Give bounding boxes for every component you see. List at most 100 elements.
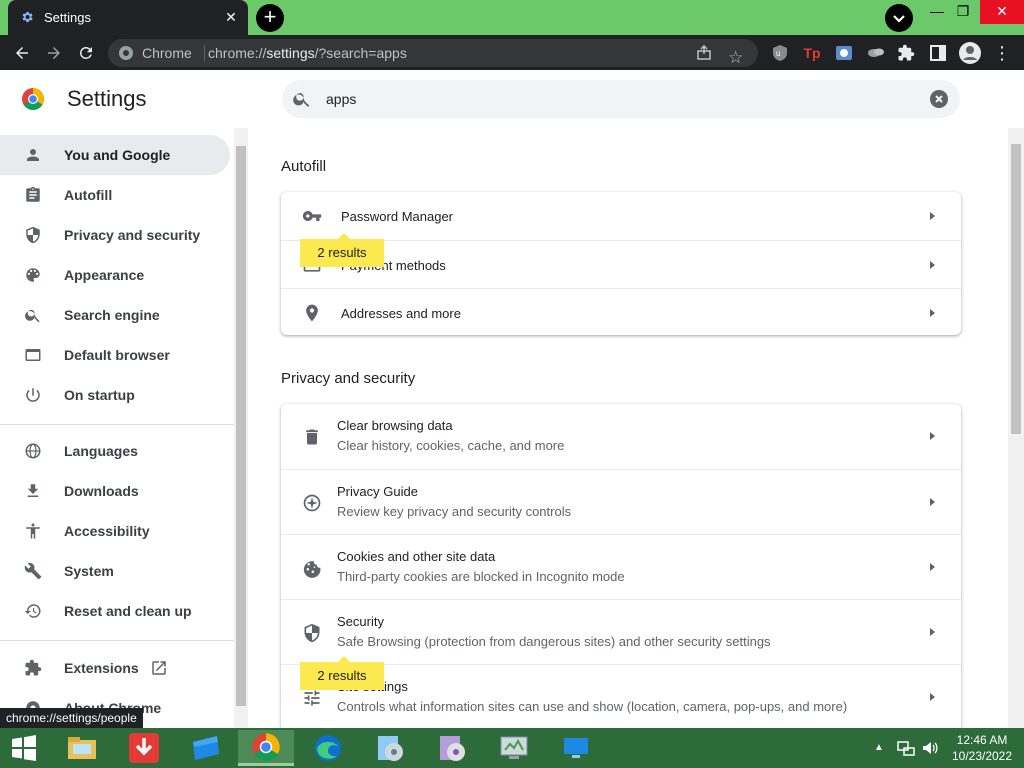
clock-time: 12:46 AM xyxy=(956,733,1008,747)
monitor-app-taskbar-icon[interactable] xyxy=(486,730,542,766)
edge-taskbar-icon[interactable] xyxy=(300,730,356,766)
compass-icon xyxy=(301,492,323,514)
main-scrollbar[interactable] xyxy=(1008,128,1024,728)
sidebar-item-autofill[interactable]: Autofill xyxy=(0,175,230,215)
clipboard-icon xyxy=(22,185,44,205)
clock-date: 10/23/2022 xyxy=(951,749,1013,763)
chevron-down-icon xyxy=(893,15,905,23)
taskbar-clock[interactable]: 12:46 AM 10/23/2022 xyxy=(946,732,1018,764)
download-manager-taskbar-icon[interactable] xyxy=(116,730,172,766)
new-tab-button[interactable]: + xyxy=(256,4,284,32)
chevron-right-icon xyxy=(930,432,935,440)
row-password-manager[interactable]: Password Manager xyxy=(281,192,961,240)
sidebar-item-system[interactable]: System xyxy=(0,551,230,591)
row-addresses-and-more[interactable]: Addresses and more xyxy=(281,288,961,335)
cookie-icon xyxy=(301,557,323,579)
extensions-puzzle-icon[interactable] xyxy=(894,41,918,65)
section-title-privacy: Privacy and security xyxy=(281,370,416,387)
globe-icon xyxy=(22,441,44,461)
close-window-button[interactable]: ✕ xyxy=(980,0,1024,24)
omnibox-site-chip: Chrome xyxy=(142,45,192,61)
page-title: Settings xyxy=(67,86,147,111)
accessibility-icon xyxy=(22,521,44,541)
clear-search-icon[interactable] xyxy=(930,90,948,108)
history-icon xyxy=(22,601,44,621)
row-privacy-guide[interactable]: Privacy Guide Review key privacy and sec… xyxy=(281,469,961,534)
chevron-right-icon xyxy=(930,628,935,636)
sidebar-item-appearance[interactable]: Appearance xyxy=(0,255,230,295)
svg-text:u: u xyxy=(776,49,780,58)
side-panel-icon[interactable] xyxy=(926,41,950,65)
forward-arrow-icon xyxy=(48,47,60,59)
chrome-taskbar-icon[interactable] xyxy=(238,730,294,766)
sidebar-item-search-engine[interactable]: Search engine xyxy=(0,295,230,335)
settings-main: Autofill Password Manager Payment method… xyxy=(248,128,1008,728)
share-icon[interactable] xyxy=(696,45,712,61)
sidebar-item-default-browser[interactable]: Default browser xyxy=(0,335,230,375)
sidebar-scrollbar-thumb[interactable] xyxy=(236,146,246,706)
main-scrollbar-thumb[interactable] xyxy=(1011,144,1021,434)
chevron-right-icon xyxy=(930,212,935,220)
volume-icon[interactable] xyxy=(921,739,939,757)
more-menu-icon[interactable]: ⋮ xyxy=(990,41,1014,65)
bookmark-star-icon[interactable]: ☆ xyxy=(728,44,743,72)
back-button[interactable] xyxy=(10,41,34,65)
settings-header: Settings xyxy=(0,70,1024,128)
browser-toolbar: Chrome chrome://settings/?search=apps ☆ … xyxy=(0,35,1024,70)
sidebar-item-accessibility[interactable]: Accessibility xyxy=(0,511,230,551)
tab-search-button[interactable] xyxy=(885,4,913,32)
browser-tab-settings[interactable]: Settings ✕ xyxy=(8,0,248,35)
chevron-right-icon xyxy=(930,261,935,269)
sliders-icon xyxy=(301,687,323,709)
file-explorer-taskbar-icon[interactable] xyxy=(54,730,110,766)
reload-button[interactable] xyxy=(74,41,98,65)
sidebar-item-on-startup[interactable]: On startup xyxy=(0,375,230,415)
search-input[interactable] xyxy=(326,89,886,109)
tab-title: Settings xyxy=(44,10,91,25)
chevron-right-icon xyxy=(930,693,935,701)
restore-button[interactable]: ❐ xyxy=(948,0,978,24)
app-taskbar-icon[interactable] xyxy=(178,730,234,766)
key-icon xyxy=(301,205,323,227)
chat-extension-icon[interactable] xyxy=(864,41,888,65)
chevron-right-icon xyxy=(930,309,935,317)
address-bar[interactable]: Chrome chrome://settings/?search=apps ☆ xyxy=(108,39,758,67)
profile-avatar[interactable] xyxy=(958,41,982,65)
puzzle-icon xyxy=(22,658,44,678)
back-arrow-icon xyxy=(16,47,28,59)
power-icon xyxy=(22,385,44,405)
remote-desktop-taskbar-icon[interactable] xyxy=(548,730,604,766)
sidebar-item-you-and-google[interactable]: You and Google xyxy=(0,135,230,175)
trash-icon xyxy=(301,426,323,448)
network-icon[interactable] xyxy=(897,739,915,757)
forward-button[interactable] xyxy=(42,41,66,65)
sidebar-scrollbar[interactable] xyxy=(234,128,248,728)
sidebar-item-reset-and-clean-up[interactable]: Reset and clean up xyxy=(0,591,230,631)
sidebar-item-languages[interactable]: Languages xyxy=(0,431,230,471)
sidebar-item-privacy-and-security[interactable]: Privacy and security xyxy=(0,215,230,255)
browser-titlebar: Settings ✕ + — ❐ ✕ xyxy=(0,0,1024,35)
sidebar-divider xyxy=(0,424,234,425)
row-cookies[interactable]: Cookies and other site data Third-party … xyxy=(281,534,961,599)
row-clear-browsing-data[interactable]: Clear browsing data Clear history, cooki… xyxy=(281,404,961,469)
section-title-autofill: Autofill xyxy=(281,158,327,175)
browser-window-icon xyxy=(22,345,44,365)
shield-icon xyxy=(301,622,323,644)
media-player-taskbar-icon[interactable] xyxy=(362,730,418,766)
chevron-right-icon xyxy=(930,563,935,571)
sidebar-item-downloads[interactable]: Downloads xyxy=(0,471,230,511)
row-security[interactable]: Security Safe Browsing (protection from … xyxy=(281,599,961,664)
tray-overflow-icon[interactable]: ▲ xyxy=(874,742,884,753)
ublock-extension-icon[interactable]: u xyxy=(768,41,792,65)
settings-search-box[interactable] xyxy=(282,80,960,118)
sidebar-item-extensions[interactable]: Extensions xyxy=(0,648,230,688)
image-extension-icon[interactable] xyxy=(832,41,856,65)
start-button[interactable] xyxy=(0,730,48,766)
search-results-badge: 2 results xyxy=(300,233,384,267)
wrench-icon xyxy=(22,561,44,581)
chrome-site-icon xyxy=(118,45,134,61)
tp-extension-icon[interactable]: Tp xyxy=(800,41,824,65)
location-pin-icon xyxy=(301,302,323,324)
tab-close-icon[interactable]: ✕ xyxy=(222,8,240,26)
disc-app-taskbar-icon[interactable] xyxy=(424,730,480,766)
